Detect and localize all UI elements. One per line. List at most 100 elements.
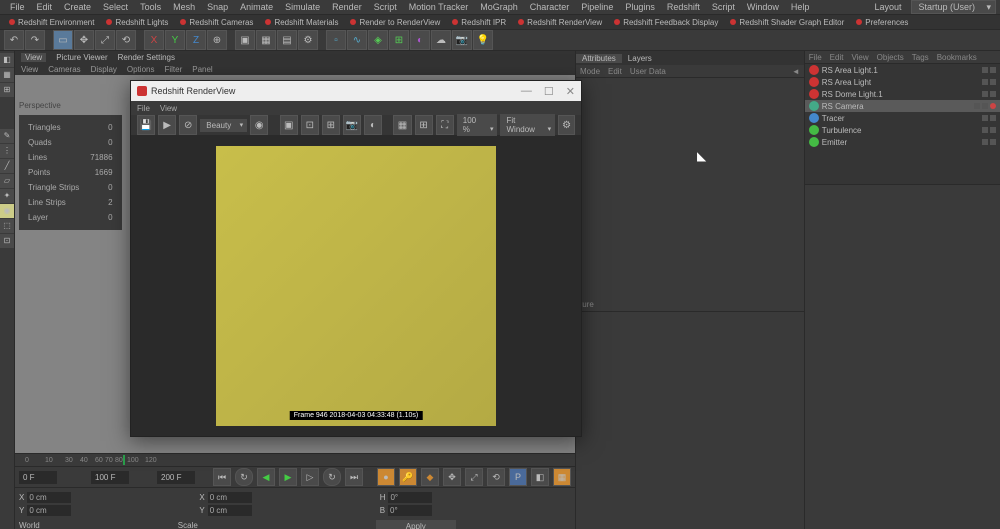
tab-rs-lights[interactable]: Redshift Lights [101,18,173,27]
goto-start[interactable]: ⏮ [213,468,231,486]
key-pla[interactable]: ◧ [531,468,549,486]
rv-canvas[interactable]: Frame 946 2018-04-03 04:33:48 (1.10s) [131,136,581,436]
rv-zoom-dropdown[interactable]: 100 % [457,114,498,136]
coord-x[interactable] [27,492,71,503]
vpm-display[interactable]: Display [91,65,117,74]
rv-compare-icon[interactable]: ◐ [364,115,382,135]
menu-plugins[interactable]: Plugins [619,2,661,12]
tool-x-lock[interactable]: X [144,30,164,50]
loop[interactable]: ↻ [235,468,253,486]
menu-script[interactable]: Script [368,2,403,12]
tool-cube[interactable]: ▫ [326,30,346,50]
tool-z-lock[interactable]: Z [186,30,206,50]
menu-help[interactable]: Help [785,2,816,12]
tool-scale[interactable]: ⤢ [95,30,115,50]
menu-tools[interactable]: Tools [134,2,167,12]
menu-pipeline[interactable]: Pipeline [575,2,619,12]
tool-redo[interactable]: ↷ [25,30,45,50]
tool-render[interactable]: ▣ [235,30,255,50]
ltool-model[interactable]: ◧ [0,53,14,67]
rv-stop-icon[interactable]: ⊘ [179,115,197,135]
tool-world[interactable]: ⊕ [207,30,227,50]
rot-h[interactable] [388,492,432,503]
obj-row[interactable]: Tracer [805,112,1000,124]
maximize-button[interactable]: ☐ [544,85,554,98]
ltool-texture[interactable]: ▦ [0,68,14,82]
obj-row[interactable]: RS Dome Light.1 [805,88,1000,100]
ltool-softsel[interactable]: ◉ [0,204,14,218]
rv-window-icon[interactable]: ⊞ [415,115,433,135]
om-objects[interactable]: Objects [877,53,904,62]
layout-dropdown[interactable]: Startup (User) [911,0,996,14]
rv-render-icon[interactable]: ▶ [158,115,176,135]
ltool-workplane[interactable]: ⊞ [0,83,14,97]
ltool-edit[interactable]: ✎ [0,129,14,143]
tab-rs-feedback[interactable]: Redshift Feedback Display [609,18,723,27]
tool-render-region[interactable]: ▦ [256,30,276,50]
tool-move[interactable]: ✥ [74,30,94,50]
vpm-view[interactable]: View [21,65,38,74]
rv-grid-icon[interactable]: ⊞ [322,115,340,135]
rv-menu-file[interactable]: File [137,104,150,113]
tab-rs-shadergraph[interactable]: Redshift Shader Graph Editor [725,18,849,27]
autokey[interactable]: 🔑 [399,468,417,486]
tool-camera[interactable]: 📷 [452,30,472,50]
tool-array[interactable]: ⊞ [389,30,409,50]
menu-window[interactable]: Window [741,2,785,12]
rv-fit-dropdown[interactable]: Fit Window [500,114,555,136]
om-edit[interactable]: Edit [830,53,844,62]
tab-rs-ipr[interactable]: Redshift IPR [447,18,511,27]
rv-expand-icon[interactable]: ⛶ [436,115,454,135]
key-param[interactable]: P [509,468,527,486]
ltool-snap[interactable]: ⊡ [0,234,14,248]
loop2[interactable]: ↻ [323,468,341,486]
vpm-options[interactable]: Options [127,65,155,74]
menu-redshift[interactable]: Redshift [661,2,706,12]
rv-save-icon[interactable]: 💾 [137,115,155,135]
rv-settings-icon[interactable]: ⚙ [558,115,575,135]
coord-y[interactable] [27,505,71,516]
ltool-polys[interactable]: ▱ [0,174,14,188]
obj-row[interactable]: RS Camera [805,100,1000,112]
rv-pass-dropdown[interactable]: Beauty [200,119,247,132]
tab-layers[interactable]: Layers [622,54,658,63]
menu-animate[interactable]: Animate [234,2,279,12]
vp-tab-rendersettings[interactable]: Render Settings [118,53,175,62]
minimize-button[interactable]: — [521,85,532,98]
vpm-panel[interactable]: Panel [192,65,212,74]
rv-menu-view[interactable]: View [160,104,177,113]
rv-titlebar[interactable]: Redshift RenderView — ☐ ✕ [131,81,581,101]
obj-row[interactable]: Emitter [805,136,1000,148]
attr-userdata[interactable]: User Data [630,67,666,76]
menu-motiontracker[interactable]: Motion Tracker [403,2,475,12]
tool-deformer[interactable]: ◐ [410,30,430,50]
play-fwd[interactable]: ▶ [279,468,297,486]
timeline-ruler[interactable]: 0 10 30 40 60 70 80 100 120 [15,453,575,466]
om-file[interactable]: File [809,53,822,62]
key-pos[interactable]: ✥ [443,468,461,486]
tab-rs-env[interactable]: Redshift Environment [4,18,99,27]
coord-mode[interactable]: World [19,521,40,529]
tool-render-pv[interactable]: ▤ [277,30,297,50]
vp-tab-view[interactable]: View [21,53,46,62]
tool-spline[interactable]: ∿ [347,30,367,50]
rv-crop-icon[interactable]: ⊡ [301,115,319,135]
tab-preferences[interactable]: Preferences [851,18,913,27]
menu-create[interactable]: Create [58,2,97,12]
rv-region-icon[interactable]: ▣ [280,115,298,135]
tab-rs-cameras[interactable]: Redshift Cameras [175,18,258,27]
apply-button[interactable]: Apply [376,520,456,529]
size-x[interactable] [208,492,252,503]
menu-mesh[interactable]: Mesh [167,2,201,12]
tool-nurbs[interactable]: ◈ [368,30,388,50]
rv-bucket-icon[interactable]: ▦ [393,115,411,135]
cur-frame[interactable]: 100 F [91,471,129,484]
ltool-points[interactable]: ⋮ [0,144,14,158]
vpm-filter[interactable]: Filter [164,65,182,74]
rot-b[interactable] [388,505,432,516]
attr-mode[interactable]: Mode [580,67,600,76]
key-selection[interactable]: ◆ [421,468,439,486]
attr-edit[interactable]: Edit [608,67,622,76]
menu-edit[interactable]: Edit [31,2,59,12]
menu-snap[interactable]: Snap [201,2,234,12]
